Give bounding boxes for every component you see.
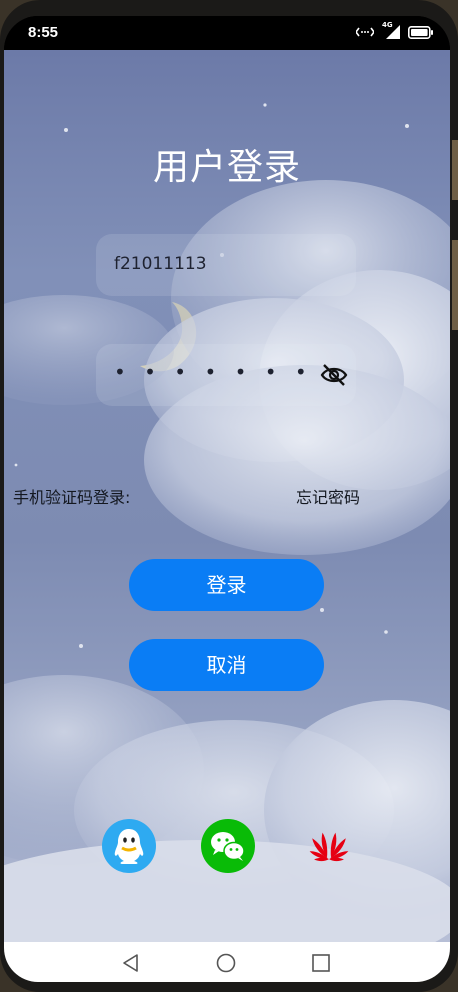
power-button	[452, 240, 458, 330]
page-title: 用户登录	[152, 147, 301, 188]
login-screen: 用户登录 f21011113 • • • • • • • 手机验证码登录: 忘记…	[4, 50, 450, 942]
sms-login-link[interactable]: 手机验证码登录:	[13, 484, 130, 508]
back-triangle-icon[interactable]	[120, 952, 142, 974]
huawei-icon[interactable]	[302, 819, 356, 873]
status-bar: 8:55 4G	[4, 16, 450, 50]
eye-off-icon[interactable]	[320, 362, 348, 388]
username-value: f21011113	[114, 254, 207, 274]
username-field[interactable]: f21011113	[96, 234, 356, 296]
password-field[interactable]: • • • • • • •	[96, 344, 356, 406]
status-time: 8:55	[28, 24, 59, 41]
forgot-password-link[interactable]: 忘记密码	[296, 484, 360, 508]
signal-icon: 4G	[382, 21, 400, 39]
system-nav-bar	[4, 942, 450, 982]
screen: 8:55 4G 用户登录 f21011113 • • • • • • • 手机验…	[4, 16, 450, 982]
recent-square-icon[interactable]	[310, 952, 332, 974]
qq-icon[interactable]	[102, 819, 156, 873]
device-frame: 8:55 4G 用户登录 f21011113 • • • • • • • 手机验…	[0, 0, 458, 992]
status-icons: 4G	[356, 21, 434, 39]
home-circle-icon[interactable]	[215, 952, 237, 974]
nfc-icon	[356, 27, 374, 37]
volume-button	[452, 140, 458, 200]
battery-icon	[408, 25, 433, 39]
cancel-button[interactable]: 取消	[129, 639, 324, 691]
login-button[interactable]: 登录	[129, 559, 324, 611]
password-mask: • • • • • • •	[114, 360, 313, 384]
wechat-icon[interactable]	[201, 819, 255, 873]
